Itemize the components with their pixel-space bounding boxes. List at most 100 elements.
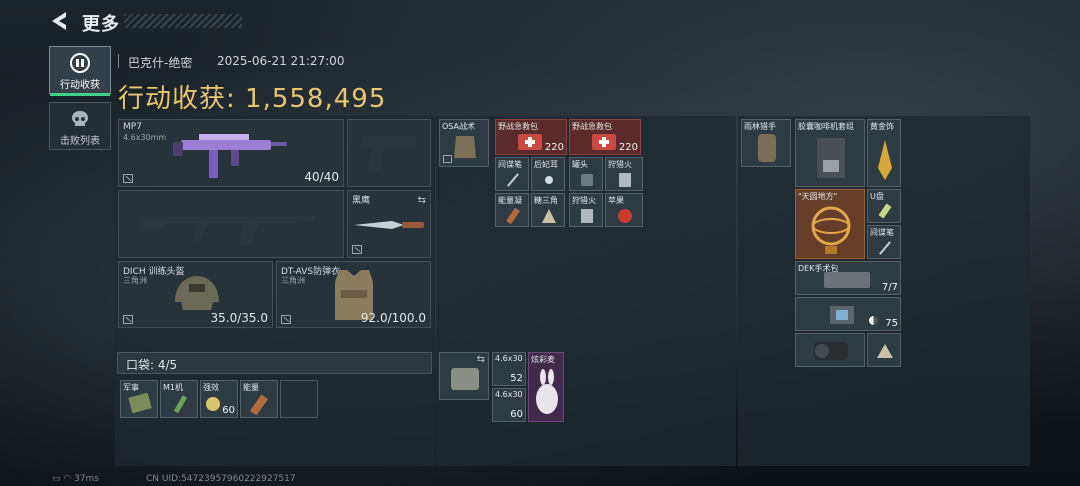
user-uid: CN UID:547239579602229275​17 [146, 474, 296, 484]
swap-icon: ⇆ [476, 354, 485, 365]
helmet-slot[interactable]: DICH 训练头盔 三角洲 35.0/35.0 [118, 261, 273, 328]
melee-name: 黑鹰 [352, 196, 371, 206]
rig-item[interactable]: 间谍笔 [495, 157, 529, 191]
pouch-icon [451, 368, 479, 390]
triangle-item-icon [877, 344, 893, 358]
pen-icon [879, 241, 891, 255]
ammo-item[interactable]: 4.6x30 FMJ60 [492, 388, 526, 422]
rabbit-figure-icon [536, 369, 558, 414]
rig-item[interactable]: 狩猎火 [569, 193, 603, 227]
pistol-silhouette-icon [362, 136, 416, 170]
mp7-weapon-icon [173, 134, 287, 178]
pocket-item[interactable]: 能量 [240, 380, 278, 418]
rig-item[interactable]: 能量凝 [495, 193, 529, 227]
map-name: 巴克什-绝密 [128, 56, 193, 70]
canned-food-icon [581, 174, 593, 186]
lighter-icon [581, 209, 593, 223]
page-title: 更多 [82, 14, 120, 35]
stim-icon [206, 397, 220, 411]
rig-item[interactable]: 后妃耳 [531, 157, 565, 191]
rig-item-medkit[interactable]: 野战急救包 220 [495, 119, 567, 155]
surgery-kit-icon [824, 272, 870, 288]
tab-kills[interactable]: 击败列表 [49, 102, 111, 150]
camera-lens-icon [814, 342, 848, 360]
gold-ornament-icon [878, 140, 892, 180]
collectible-item[interactable]: 炫彩麦 [528, 352, 564, 422]
rig-item[interactable]: 苹果 [605, 193, 643, 227]
armor-origin: 三角洲 [281, 276, 305, 285]
lock-icon [352, 245, 362, 254]
weapon-caliber: 4.6x30mm [123, 133, 167, 142]
backpack-item[interactable]: 黄金饰 [867, 119, 901, 187]
backpack-item[interactable]: U盘 [867, 189, 901, 223]
backpack-item[interactable]: "天圆地方" [795, 189, 865, 259]
backpack-item[interactable] [867, 333, 901, 367]
divider [118, 54, 119, 68]
weapon-ammo: 40/40 [304, 170, 339, 184]
backpack-icon [758, 134, 776, 162]
tab-loot[interactable]: 行动收获 [49, 46, 111, 96]
back-button[interactable] [48, 10, 72, 32]
medkit-icon [592, 134, 616, 150]
pocket-item[interactable]: 强效 60 [200, 380, 238, 418]
pocket-header: 口袋: 4/5 [117, 352, 432, 374]
tab-loot-label: 行动收获 [60, 80, 100, 91]
energy-gel-icon [505, 207, 521, 225]
pistol-slot[interactable] [347, 119, 431, 187]
rig-item[interactable]: 罐头 [569, 157, 603, 191]
triangle-item-icon [542, 209, 556, 223]
battery-icon: ▭ ◠ [52, 474, 75, 484]
pocket-item[interactable]: M1机 [160, 380, 198, 418]
rig-item-medkit[interactable]: 野战急救包 220 [569, 119, 641, 155]
swap-icon: ⇆ [417, 195, 426, 206]
lock-icon [123, 315, 133, 324]
primary-weapon-slot[interactable]: MP7 4.6x30mm 40/40 [118, 119, 344, 187]
secondary-weapon-slot[interactable] [118, 190, 344, 258]
coffee-machine-icon [817, 138, 845, 178]
chest-rig-slot[interactable]: OSA战术 [439, 119, 489, 167]
pocket-empty-slot[interactable] [280, 380, 318, 418]
backpack-item[interactable] [795, 333, 865, 367]
backpack-item[interactable]: 间谍笔 [867, 225, 901, 259]
earring-icon [545, 176, 553, 184]
haul-total: 行动收获: 1,558,495 [118, 78, 386, 115]
knife-icon [354, 221, 424, 229]
backpack-item[interactable]: 胶囊咖啡机套组 [795, 119, 865, 187]
armor-durability: 92.0/100.0 [360, 311, 426, 325]
usb-drive-icon [878, 203, 892, 219]
armor-plate-icon [830, 306, 854, 324]
durability-icon [869, 316, 878, 325]
ammo-item[interactable]: 4.6x30 FMJ52 [492, 352, 526, 386]
match-datetime: 2025-06-21 21:27:00 [217, 54, 345, 68]
backpack-item[interactable]: DEK手术包 7/7 [795, 261, 901, 295]
helmet-origin: 三角洲 [123, 276, 147, 285]
lighter-icon [619, 173, 631, 187]
helmet-durability: 35.0/35.0 [210, 311, 268, 325]
ping-readout: ▭ ◠ 37ms [52, 474, 99, 484]
tab-kills-label: 击败列表 [60, 136, 100, 147]
map-item-icon [128, 393, 152, 414]
backpack-slot[interactable]: 雨林猎手 [741, 119, 791, 167]
rig-item[interactable]: 糖三角 [531, 193, 565, 227]
armillary-sphere-icon [811, 206, 851, 254]
melee-slot[interactable]: 黑鹰 ⇆ [347, 190, 431, 258]
pen-icon [507, 173, 519, 187]
helmet-icon [175, 276, 219, 310]
backpack-item[interactable]: 75 [795, 297, 901, 331]
lock-icon [443, 155, 452, 163]
rifle-silhouette-icon [143, 215, 315, 245]
pouch-slot[interactable]: ⇆ [439, 352, 489, 400]
back-arrow-icon [52, 12, 66, 30]
apple-icon [618, 209, 632, 223]
haul-value: 1,558,495 [245, 84, 387, 114]
pocket-item[interactable]: 军事 [120, 380, 158, 418]
loot-icon [70, 53, 90, 73]
rig-item[interactable]: 狩猎火 [605, 157, 643, 191]
skull-icon [72, 111, 88, 126]
grenade-icon [173, 395, 188, 414]
haul-label: 行动收获: [118, 84, 236, 114]
medkit-icon [518, 134, 542, 150]
armor-slot[interactable]: DT-AVS防弹衣 三角洲 92.0/100.0 [276, 261, 431, 328]
title-decoration [124, 14, 242, 28]
pocket-label: 口袋: 4/5 [126, 358, 178, 372]
